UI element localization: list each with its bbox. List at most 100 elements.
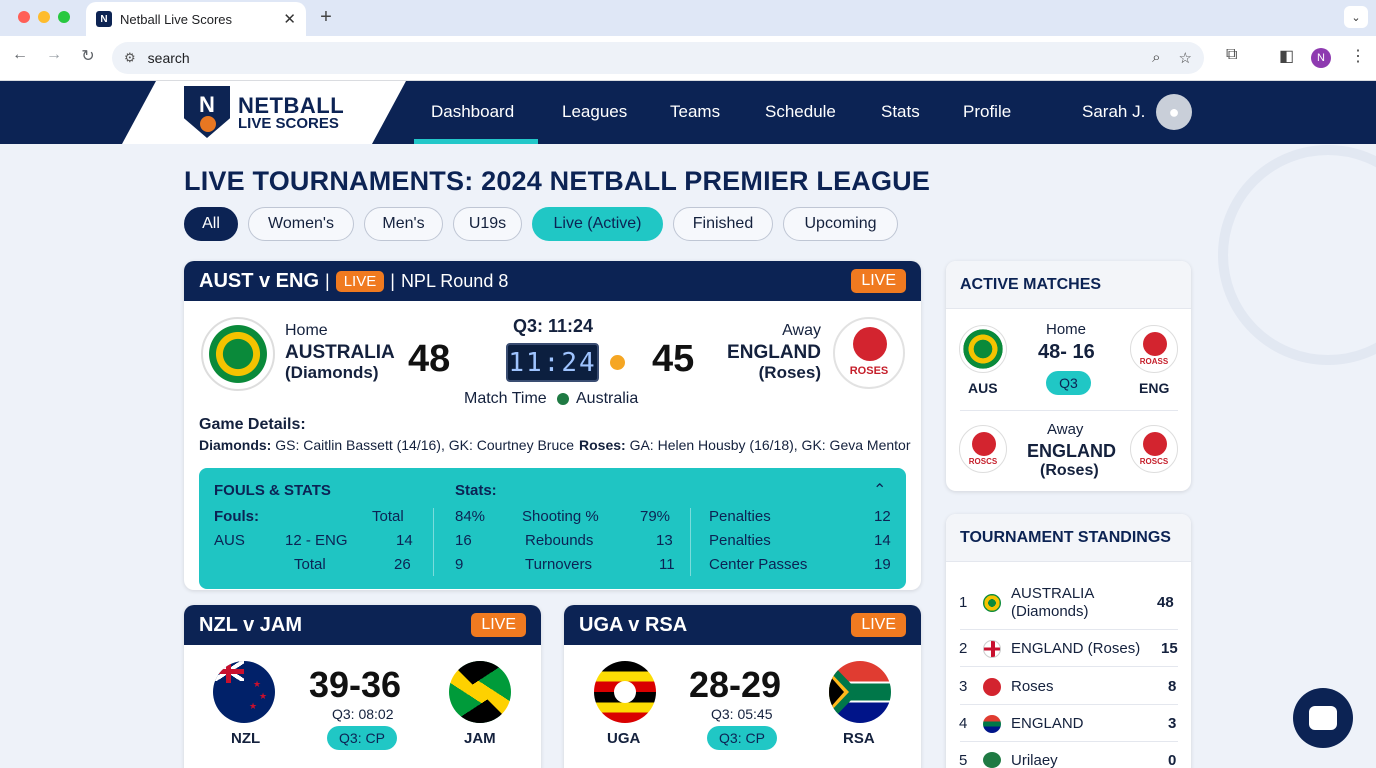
filter-mens[interactable]: Men's [364, 207, 443, 241]
user-name[interactable]: Sarah J. [1082, 102, 1145, 122]
filter-womens[interactable]: Women's [248, 207, 354, 241]
filter-finished[interactable]: Finished [673, 207, 773, 241]
stats-heading: FOULS & STATS [214, 482, 331, 499]
live-badge: LIVE [851, 613, 906, 637]
australia-diamonds-logo-icon [201, 317, 275, 391]
standing-points: 15 [1161, 640, 1178, 657]
standing-rank: 1 [959, 594, 968, 611]
logo-letter: N [199, 92, 215, 117]
stats-divider [690, 508, 691, 576]
standings-heading: TOURNAMENT STANDINGS [946, 514, 1191, 562]
active-match-team[interactable]: ENGLAND [1027, 441, 1116, 462]
netball-watermark-icon [1218, 145, 1376, 365]
home-code: UGA [607, 730, 641, 747]
filter-upcoming[interactable]: Upcoming [783, 207, 898, 241]
filter-live-active[interactable]: Live (Active) [532, 207, 663, 241]
stat-home-value: 16 [455, 532, 472, 549]
nav-schedule[interactable]: Schedule [765, 102, 836, 122]
address-bar[interactable]: ⚙ search ⌕ ☆ [112, 42, 1204, 74]
standing-team[interactable]: AUSTRALIA [1011, 585, 1094, 602]
browser-profile-avatar[interactable]: N [1311, 48, 1331, 68]
active-match-label[interactable]: Away [1047, 421, 1083, 438]
browser-toolbar: ← → ↻ ⚙ search ⌕ ☆ ⧉ ◧ ⋮ [0, 36, 1376, 81]
match-clock-display: 11:24 [506, 343, 599, 382]
quarter-pill: Q3: CP [327, 726, 397, 750]
nav-profile[interactable]: Profile [963, 102, 1011, 122]
match-card-header: UGA v RSA LIVE [564, 605, 921, 645]
side-panel-icon[interactable]: ◧ [1279, 46, 1294, 66]
stat-name: Turnovers [525, 556, 592, 573]
away-label: Away [782, 322, 821, 339]
collapse-chevron-icon[interactable]: ⌃ [873, 480, 886, 500]
home-nickname: (Diamonds) [285, 363, 379, 382]
browser-menu-icon[interactable]: ⋮ [1350, 46, 1366, 66]
quarter-pill: Q3: CP [707, 726, 777, 750]
filter-u19s[interactable]: U19s [453, 207, 522, 241]
roses-logo-icon: ROSCS [959, 425, 1007, 473]
site-settings-icon[interactable]: ⚙ [124, 50, 136, 66]
filter-all[interactable]: All [184, 207, 238, 241]
away-nickname: (Roses) [758, 363, 821, 382]
standing-team[interactable]: Roses [1011, 678, 1054, 695]
home-code: NZL [231, 730, 261, 747]
window-minimize-button[interactable] [38, 11, 50, 23]
back-arrow-icon[interactable]: ← [8, 46, 32, 64]
browser-tab[interactable]: N Netball Live Scores ✕ [86, 2, 306, 36]
standing-points: 3 [1168, 715, 1177, 732]
nav-dashboard[interactable]: Dashboard [431, 102, 514, 122]
uganda-flag-icon [594, 661, 656, 723]
away-score: 45 [652, 338, 695, 380]
extra-stat-value: 19 [874, 556, 891, 573]
nav-stats[interactable]: Stats [881, 102, 920, 122]
extensions-puzzle-icon[interactable]: ⧉ [1226, 46, 1237, 64]
netball-icon [200, 116, 216, 132]
standing-points: 48 [1157, 594, 1174, 611]
tab-title: Netball Live Scores [120, 11, 232, 27]
possession-indicator-icon [610, 355, 625, 370]
active-match-label[interactable]: Home [1046, 321, 1086, 338]
team-dot-icon [983, 752, 1001, 768]
match-card-header: NZL v JAM LIVE [184, 605, 541, 645]
tab-close-icon[interactable]: ✕ [283, 10, 296, 28]
south-africa-flag-small-icon [983, 715, 1001, 733]
stats-divider [433, 508, 434, 576]
active-match-score[interactable]: 48- 16 [1038, 341, 1095, 364]
active-away-code: ENG [1139, 380, 1170, 396]
divider [960, 410, 1178, 411]
standing-team[interactable]: Urilaey [1011, 752, 1058, 768]
divider: | [390, 270, 395, 291]
standing-points: 0 [1168, 752, 1177, 768]
zoom-icon[interactable]: ⌕ [1152, 49, 1160, 67]
user-avatar-icon[interactable]: ● [1156, 94, 1192, 130]
match-score: 28-29 [689, 664, 782, 705]
nav-active-indicator [414, 139, 538, 144]
chat-button[interactable] [1293, 688, 1353, 748]
away-code: RSA [843, 730, 875, 747]
active-quarter-pill: Q3 [1046, 371, 1091, 395]
stat-name: Rebounds [525, 532, 594, 549]
tab-search-chevron-icon[interactable]: ⌄ [1344, 6, 1368, 28]
match-time-label: Match Time [464, 390, 547, 407]
window-maximize-button[interactable] [58, 11, 70, 23]
standing-team[interactable]: ENGLAND [1011, 715, 1084, 732]
window-close-button[interactable] [18, 11, 30, 23]
reload-icon[interactable]: ↻ [76, 46, 100, 66]
standing-team[interactable]: ENGLAND (Roses) [1011, 640, 1140, 657]
tab-favicon-icon: N [96, 11, 112, 27]
divider [960, 629, 1178, 630]
home-score: 48 [408, 338, 451, 380]
roses-text: GA: Helen Housby (16/18), GK: Geva Mento… [629, 437, 911, 453]
forward-arrow-icon[interactable]: → [42, 46, 66, 64]
bookmark-star-icon[interactable]: ☆ [1179, 49, 1192, 67]
diamonds-details: Diamonds: GS: Caitlin Bassett (14/16), G… [199, 437, 574, 453]
new-tab-icon[interactable]: + [316, 6, 336, 29]
featured-match-header: AUST v ENG | LIVE | NPL Round 8 LIVE [184, 261, 921, 301]
nav-leagues[interactable]: Leagues [562, 102, 627, 122]
jamaica-flag-icon [449, 661, 511, 723]
new-zealand-flag-icon: ★ ★ ★ [213, 661, 275, 723]
fouls-total-row-label: Total [294, 556, 326, 573]
stat-home-value: 9 [455, 556, 464, 573]
nav-teams[interactable]: Teams [670, 102, 720, 122]
page-title: LIVE TOURNAMENTS: 2024 NETBALL PREMIER L… [184, 166, 931, 196]
inline-live-badge: LIVE [335, 270, 385, 292]
